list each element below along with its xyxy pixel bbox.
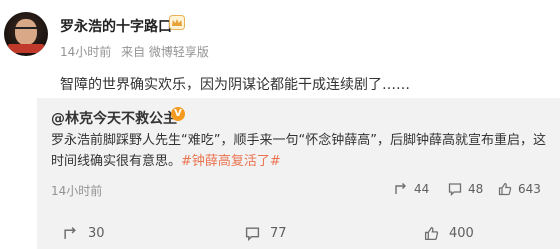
member-crown-icon: [169, 15, 185, 30]
hashtag-link[interactable]: #钟薛高复活了#: [181, 154, 281, 169]
post-text: 智障的世界确实欢乐，因为阴谋论都能干成连续剧了……: [60, 77, 410, 93]
forward-button[interactable]: 30: [63, 226, 105, 241]
forward-icon: [395, 183, 406, 194]
post-time: 14小时前: [60, 45, 112, 59]
repost-forward-count[interactable]: 44: [394, 182, 429, 196]
like-icon: [498, 182, 512, 196]
repost-like-count[interactable]: 643: [498, 182, 541, 196]
repost-author[interactable]: @林克今天不救公主: [51, 108, 177, 128]
comment-icon: [245, 227, 260, 241]
comment-count: 77: [270, 226, 287, 241]
author-name[interactable]: 罗永浩的十字路口: [60, 16, 172, 36]
forward-icon: [64, 227, 76, 239]
forward-count: 30: [88, 226, 105, 241]
repost-body: 罗永浩前脚踩野人先生“难吃”，顺手来一句“怀念钟薛高”，后脚钟薛高就宣布重启，这…: [51, 133, 546, 169]
repost-time: 14小时前: [51, 184, 103, 198]
post-meta: 14小时前 来自 微博轻享版: [60, 43, 215, 60]
repost-forward-value: 44: [414, 182, 430, 196]
action-bar: 30 77 400: [0, 226, 560, 246]
avatar-tag: [8, 44, 44, 53]
repost-comment-value: 48: [468, 182, 484, 196]
repost-like-value: 643: [518, 182, 541, 196]
repost-text: 罗永浩前脚踩野人先生“难吃”，顺手来一句“怀念钟薛高”，后脚钟薛高就宣布重启，这…: [51, 130, 547, 172]
like-button[interactable]: 400: [424, 226, 474, 241]
post-source[interactable]: 来自 微博轻享版: [121, 45, 209, 59]
comment-icon: [448, 183, 462, 196]
repost-comment-count[interactable]: 48: [448, 182, 483, 196]
verified-badge-icon: V: [171, 107, 185, 121]
weibo-post: 罗永浩的十字路口 14小时前 来自 微博轻享版 智障的世界确实欢乐，因为阴谋论都…: [0, 0, 560, 249]
comment-button[interactable]: 77: [245, 226, 287, 241]
like-count: 400: [449, 226, 474, 241]
avatar-glasses: [14, 27, 38, 33]
author-avatar[interactable]: [4, 12, 48, 56]
like-icon: [424, 226, 439, 241]
